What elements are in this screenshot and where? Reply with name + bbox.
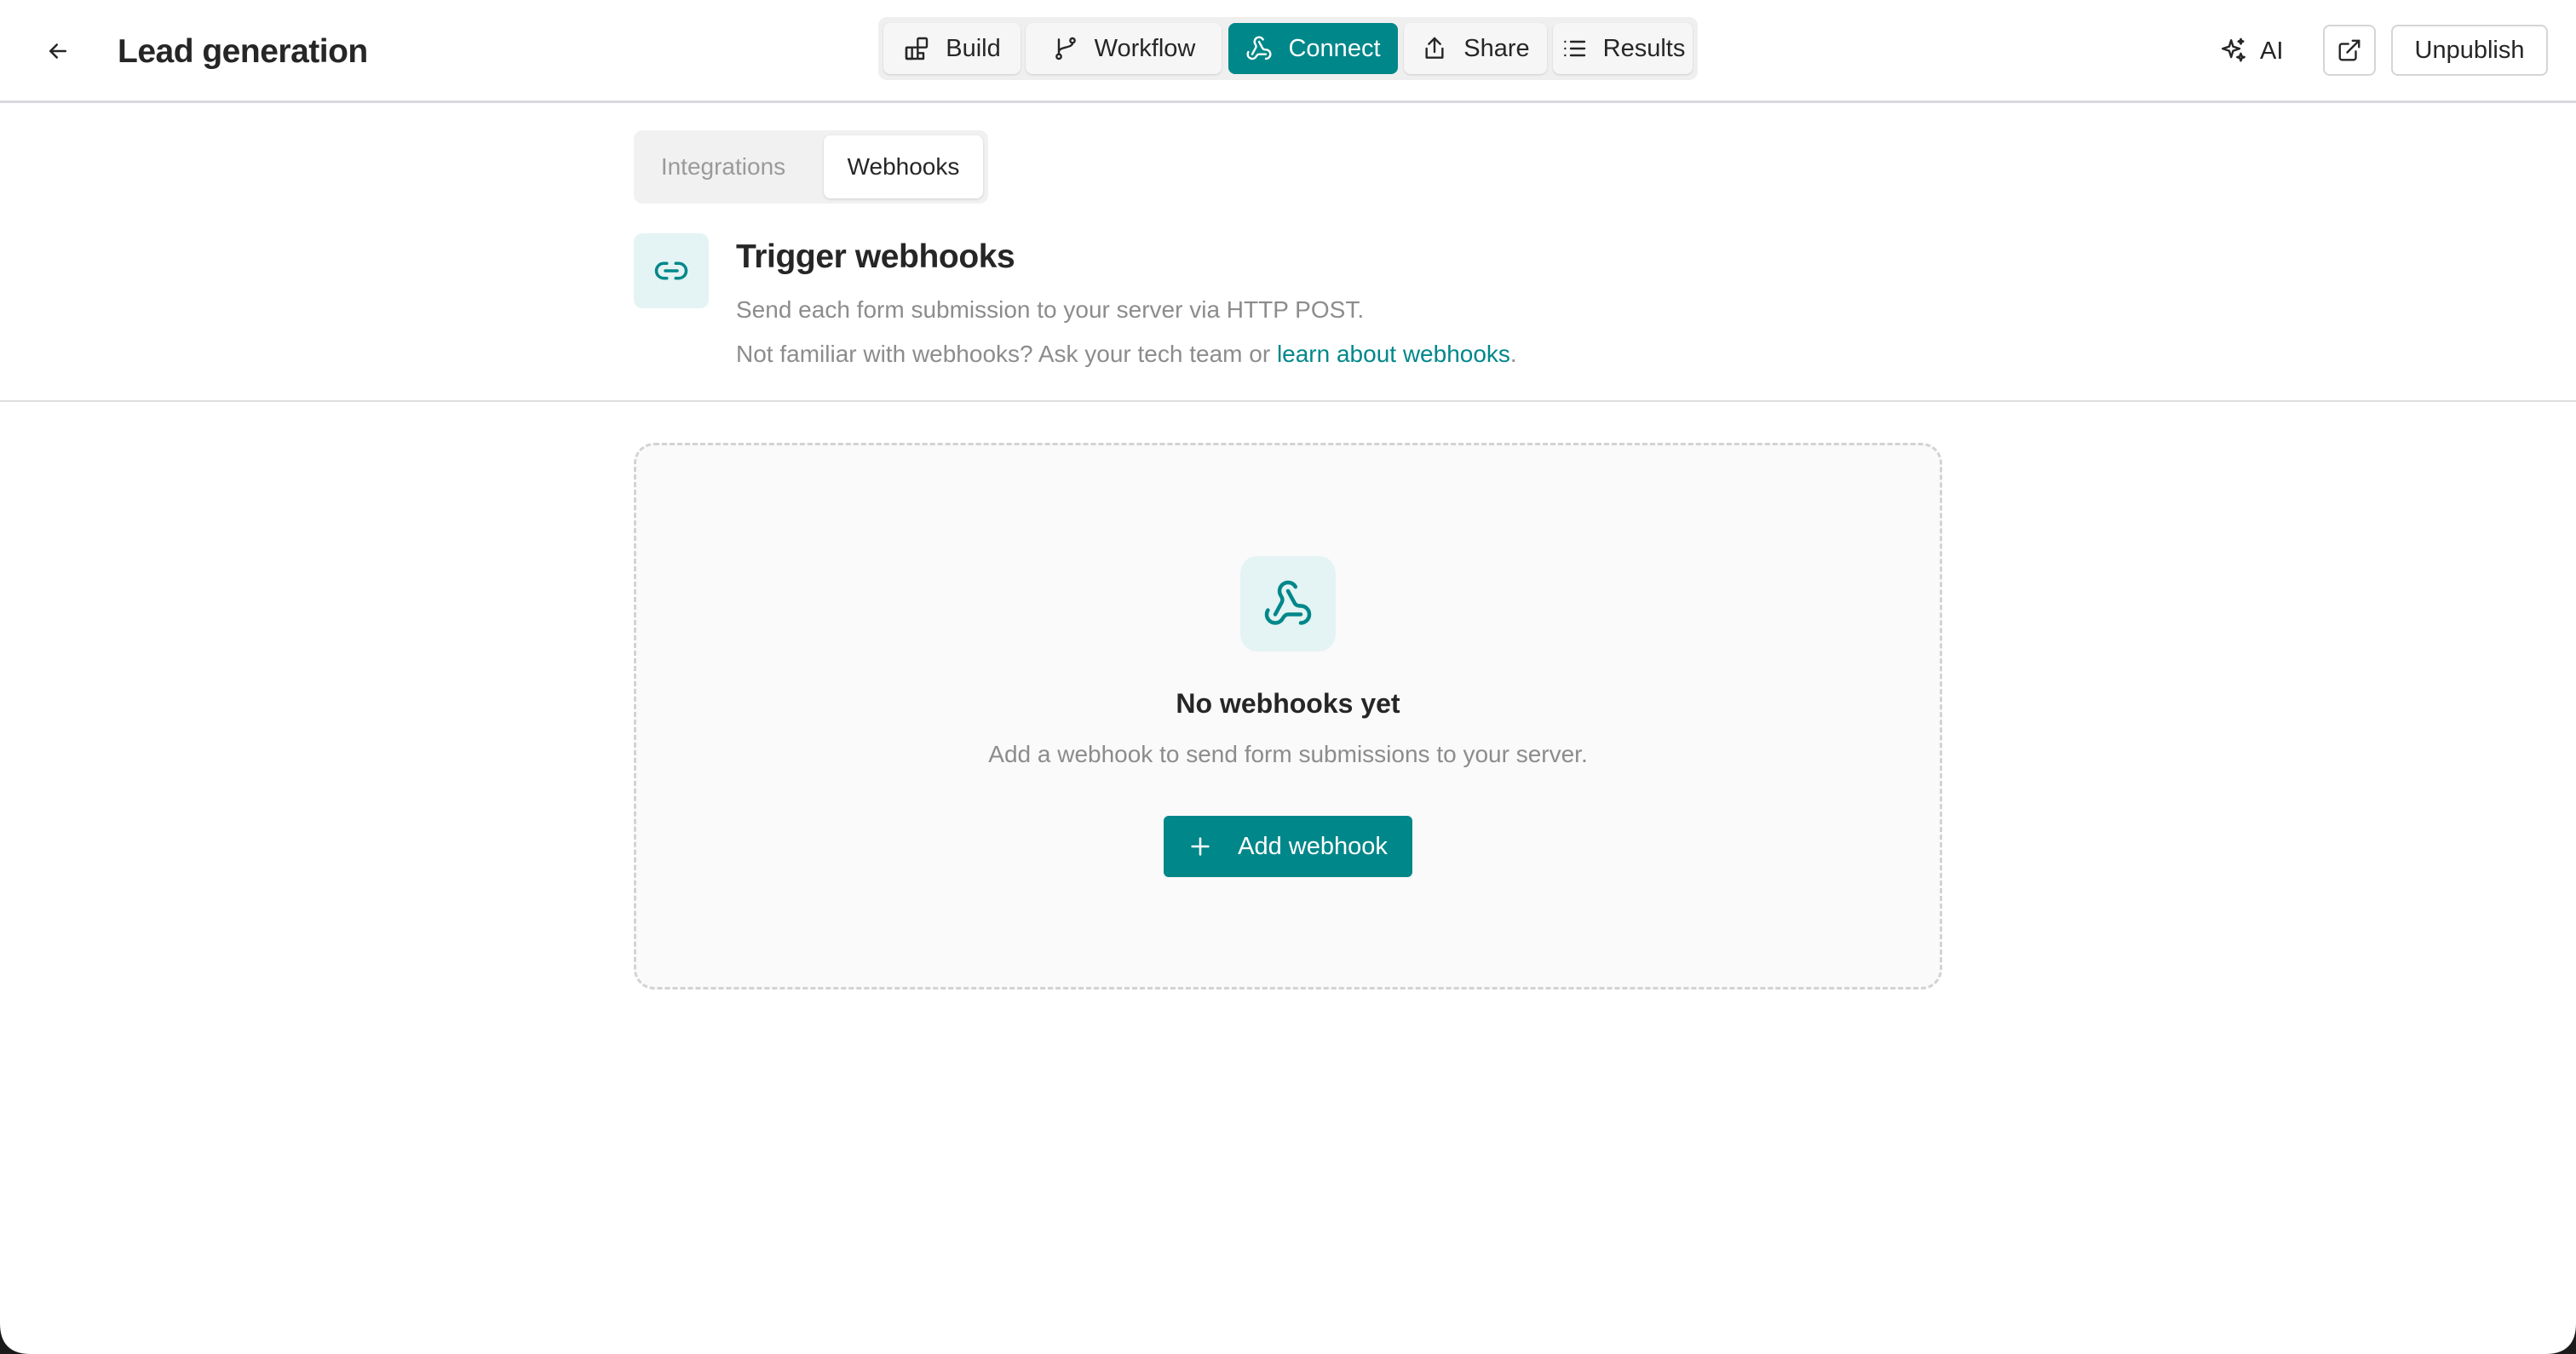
empty-state-description: Add a webhook to send form submissions t… [988, 741, 1588, 767]
subtab-integrations[interactable]: Integrations [639, 135, 808, 198]
page-title: Lead generation [118, 33, 368, 70]
workflow-icon [1055, 37, 1076, 60]
empty-state-title: No webhooks yet [1176, 688, 1400, 719]
webhook-icon [1246, 36, 1272, 60]
ai-label: AI [2260, 37, 2284, 65]
share-icon [1425, 37, 1444, 59]
external-link-icon [2338, 39, 2360, 61]
subtab-webhooks[interactable]: Webhooks [824, 135, 983, 198]
link-icon [654, 261, 688, 280]
tab-build[interactable]: Build [883, 23, 1021, 74]
connect-subtabs: Integrations Webhooks [634, 130, 988, 204]
tab-connect-label: Connect [1288, 34, 1381, 62]
top-bar: Lead generation Build Workflow Connect S… [0, 0, 2576, 103]
section-divider [0, 400, 2576, 402]
tab-workflow[interactable]: Workflow [1026, 23, 1222, 74]
main-nav: Build Workflow Connect Share Results [878, 17, 1698, 80]
section-help-text: Not familiar with webhooks? Ask your tec… [736, 341, 1517, 368]
empty-state-icon-box [1240, 556, 1336, 651]
learn-about-webhooks-link[interactable]: learn about webhooks [1277, 341, 1510, 367]
tab-workflow-label: Workflow [1094, 34, 1196, 62]
ai-button[interactable]: AI [2219, 26, 2283, 77]
unpublish-button[interactable]: Unpublish [2391, 25, 2548, 76]
help-prefix: Not familiar with webhooks? Ask your tec… [736, 341, 1277, 367]
add-webhook-label: Add webhook [1238, 832, 1388, 860]
list-icon [1563, 40, 1585, 57]
back-button[interactable] [37, 31, 78, 72]
tab-results[interactable]: Results [1553, 23, 1693, 74]
help-suffix: . [1509, 341, 1517, 367]
section-icon-box [634, 233, 709, 308]
tab-share[interactable]: Share [1404, 23, 1547, 74]
add-webhook-button[interactable]: Add webhook [1164, 816, 1412, 877]
arrow-left-icon [49, 43, 66, 59]
section-description: Send each form submission to your server… [736, 296, 1365, 323]
section-title: Trigger webhooks [736, 238, 1015, 275]
webhook-icon [1264, 580, 1312, 625]
sparkles-icon [2222, 37, 2245, 62]
tab-share-label: Share [1463, 34, 1530, 62]
build-icon [906, 37, 929, 60]
window-corner-left [0, 1323, 31, 1354]
window-corner-right [2545, 1323, 2576, 1354]
plus-icon [1191, 837, 1210, 856]
open-external-button[interactable] [2323, 25, 2376, 76]
tab-build-label: Build [946, 34, 1001, 62]
tab-connect[interactable]: Connect [1228, 23, 1398, 74]
tab-results-label: Results [1602, 34, 1686, 62]
